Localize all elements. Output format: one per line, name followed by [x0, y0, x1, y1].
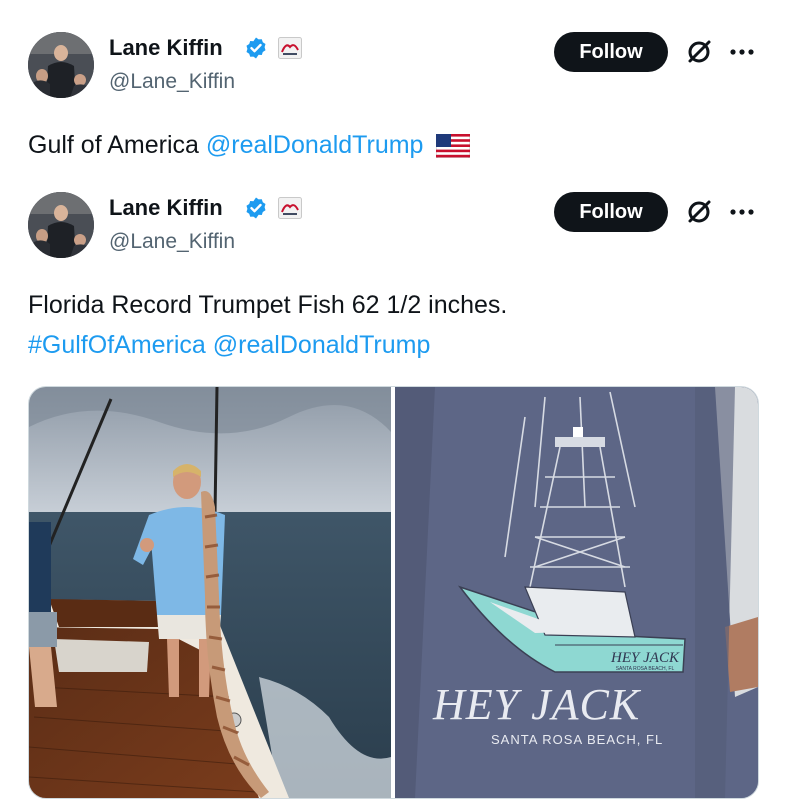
more-options-icon[interactable]	[727, 42, 757, 62]
us-flag-icon	[436, 134, 471, 158]
verified-badge-icon	[246, 37, 266, 59]
mention-link[interactable]: @realDonaldTrump	[206, 131, 424, 159]
follow-button[interactable]: Follow	[554, 192, 668, 232]
photo-hey-jack-shirt[interactable]: HEY JACK SANTA ROSA BEACH, FL HEY JACK S…	[395, 387, 758, 798]
author-handle[interactable]: @Lane_Kiffin	[109, 69, 235, 95]
fishing-photo-image	[29, 387, 391, 798]
hashtag-link[interactable]: #GulfOfAmerica	[28, 331, 206, 359]
shirt-location: SANTA ROSA BEACH, FL	[491, 732, 664, 747]
avatar-photo	[28, 32, 94, 98]
grok-icon[interactable]	[684, 37, 714, 67]
tweet-text-plain: Gulf of America	[28, 131, 206, 159]
grok-icon[interactable]	[684, 197, 714, 227]
tweet-text: Gulf of America @realDonaldTrump	[28, 125, 471, 165]
shirt-brand-title: HEY JACK	[433, 680, 641, 729]
boat-subtext-hull: SANTA ROSA BEACH, FL	[615, 666, 675, 672]
author-handle[interactable]: @Lane_Kiffin	[109, 229, 235, 255]
mention-link[interactable]: @realDonaldTrump	[213, 331, 431, 359]
media-grid: HEY JACK SANTA ROSA BEACH, FL HEY JACK S…	[28, 386, 759, 799]
verified-badge-icon	[246, 197, 266, 219]
author-name[interactable]: Lane Kiffin	[109, 35, 223, 61]
avatar[interactable]	[28, 32, 94, 98]
author-name[interactable]: Lane Kiffin	[109, 195, 223, 221]
ole-miss-logo-icon	[278, 197, 302, 219]
tweet-text-line-2: #GulfOfAmerica @realDonaldTrump	[28, 325, 430, 365]
avatar-photo	[28, 192, 94, 258]
follow-button[interactable]: Follow	[554, 32, 668, 72]
more-options-icon[interactable]	[727, 202, 757, 222]
tweet-text-line-1: Florida Record Trumpet Fish 62 1/2 inche…	[28, 291, 508, 319]
photo-fishing-boat[interactable]	[29, 387, 391, 798]
avatar[interactable]	[28, 192, 94, 258]
ole-miss-logo-icon	[278, 37, 302, 59]
boat-name-hull: HEY JACK	[611, 650, 679, 666]
